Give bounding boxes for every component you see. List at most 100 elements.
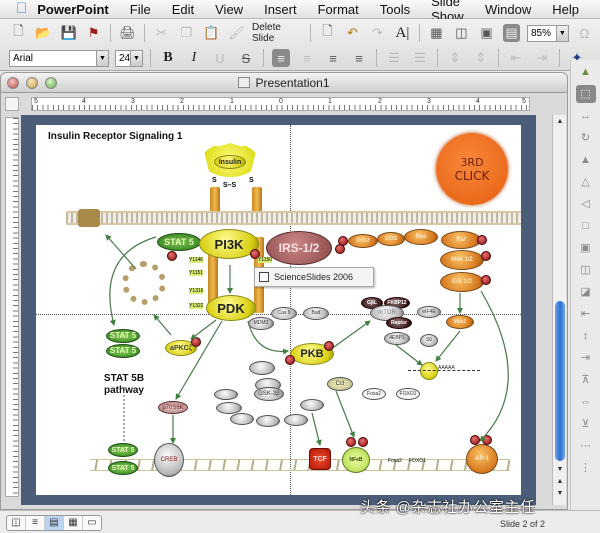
line-spacing-increase-icon[interactable]: ⇕ — [472, 49, 490, 67]
group-icon[interactable]: □ — [576, 217, 596, 235]
rotate-icon[interactable]: ↻ — [576, 129, 596, 147]
gsk-target-node — [214, 389, 238, 400]
menu-insert[interactable]: Insert — [264, 2, 297, 17]
insert-chart-icon[interactable]: ◫ — [453, 24, 470, 42]
bold-button[interactable]: B — [159, 49, 177, 67]
slide[interactable]: Insulin Receptor Signaling 1 Insulin S S… — [36, 125, 521, 495]
bulleted-list-icon[interactable]: ☰ — [411, 49, 429, 67]
ruler-tick-label: 3 — [427, 98, 431, 105]
insert-table-icon[interactable]: ▦ — [428, 24, 445, 42]
shape-3d-icon[interactable]: ▲ — [576, 63, 596, 81]
gsk3-node: GSK-3β — [254, 387, 284, 401]
ruler-corner — [5, 97, 19, 111]
ungroup-icon[interactable]: ▣ — [576, 239, 596, 257]
menu-app-name[interactable]: PowerPoint — [37, 2, 109, 17]
save-icon[interactable]: 💾 — [60, 24, 77, 42]
flag-icon[interactable]: ⚑ — [85, 24, 102, 42]
separator — [110, 24, 111, 42]
distribute-horizontal-icon[interactable]: ⋯ — [576, 437, 596, 455]
menu-format[interactable]: Format — [318, 2, 359, 17]
shadow-tool-icon[interactable]: ▲ — [576, 151, 596, 169]
window-titlebar: Presentation1 — [1, 73, 567, 93]
next-slide-icon[interactable]: ▼ — [554, 489, 566, 499]
align-bottom-tool-icon[interactable]: ⊻ — [576, 415, 596, 433]
copy-icon[interactable]: ❐ — [178, 24, 195, 42]
receptor-beta-left — [210, 187, 220, 213]
distribute-vertical-icon[interactable]: ⋮ — [576, 459, 596, 477]
slide-show-view-button[interactable]: ▭ — [83, 516, 101, 530]
phospho-marker — [481, 275, 491, 285]
separator — [309, 24, 311, 42]
scroll-down-icon[interactable]: ▼ — [554, 465, 566, 475]
italic-button[interactable]: I — [185, 49, 203, 67]
decrease-indent-icon[interactable]: ⇤ — [507, 49, 525, 67]
align-right-tool-icon[interactable]: ⇥ — [576, 349, 596, 367]
menu-tools[interactable]: Tools — [380, 2, 410, 17]
paste-icon[interactable]: 📋 — [203, 24, 220, 42]
previous-slide-icon[interactable]: ▲ — [554, 477, 566, 487]
zoom-select[interactable]: 85% ▼ — [526, 24, 569, 42]
raf-node: Raf — [441, 231, 481, 249]
ruler-tick-label: 1 — [230, 98, 234, 105]
select-tool-icon[interactable]: ⬚ — [575, 85, 596, 103]
delete-slide-button[interactable]: Delete Slide — [252, 22, 303, 44]
horizontal-ruler[interactable]: 5 4 3 2 1 0 1 2 3 4 5 — [31, 97, 530, 111]
flip-vertical-icon[interactable]: △ — [576, 173, 596, 191]
align-right-icon[interactable]: ≡ — [350, 49, 368, 67]
scrollbar-thumb[interactable] — [555, 301, 565, 461]
slide-title[interactable]: Insulin Receptor Signaling 1 — [48, 131, 182, 142]
formatting-palette-icon[interactable]: ▤ — [502, 24, 520, 42]
menu-help[interactable]: Help — [552, 2, 579, 17]
line-spacing-decrease-icon[interactable]: ⇕ — [446, 49, 464, 67]
menu-file[interactable]: File — [130, 2, 151, 17]
bring-forward-icon[interactable]: ◫ — [576, 261, 596, 279]
increase-indent-icon[interactable]: ⇥ — [533, 49, 551, 67]
outline-view-button[interactable]: ≡ — [26, 516, 45, 530]
numbered-list-icon[interactable]: ☰ — [385, 49, 403, 67]
click-badge-text: CLICK — [454, 168, 490, 183]
resize-icon[interactable]: ↔ — [576, 107, 596, 125]
vertical-ruler[interactable] — [5, 117, 19, 497]
align-left-icon[interactable]: ≡ — [272, 49, 290, 67]
shadow-button[interactable]: S — [237, 49, 255, 67]
redo-icon[interactable]: ↷ — [369, 24, 386, 42]
align-middle-tool-icon[interactable]: ⇔ — [576, 393, 596, 411]
menu-edit[interactable]: Edit — [172, 2, 194, 17]
symbol-icon[interactable]: Ω — [576, 24, 593, 42]
vertical-scrollbar[interactable]: ▲ ▼ ▲ ▼ — [552, 115, 566, 505]
new-icon[interactable]: 🗋 — [10, 23, 27, 42]
scroll-up-icon[interactable]: ▲ — [554, 117, 566, 127]
normal-view-button[interactable]: ◫ — [7, 516, 26, 530]
font-name-select[interactable]: Arial ▼ — [9, 49, 109, 67]
send-backward-icon[interactable]: ◪ — [576, 283, 596, 301]
align-center-tool-icon[interactable]: ↕ — [576, 327, 596, 345]
new-slide-icon[interactable]: 🗋 — [319, 23, 336, 42]
slide-sorter-view-button[interactable]: ▦ — [64, 516, 83, 530]
open-icon[interactable]: 📂 — [35, 24, 52, 42]
menu-window[interactable]: Window — [485, 2, 531, 17]
apple-menu-icon[interactable]:  — [16, 1, 27, 17]
cas9-node: Cas 9 — [271, 307, 297, 320]
tcf-node: TCF — [309, 448, 331, 470]
align-left-tool-icon[interactable]: ⇤ — [576, 305, 596, 323]
phospho-marker — [324, 341, 334, 351]
menu-view[interactable]: View — [215, 2, 243, 17]
insert-picture-icon[interactable]: ▣ — [478, 24, 495, 42]
click-badge[interactable]: 3RD CLICK — [436, 133, 508, 205]
undo-icon[interactable]: ↶ — [344, 24, 361, 42]
slide-view-button[interactable]: ▤ — [45, 516, 64, 530]
ccl-node: Ccl — [327, 377, 353, 391]
align-center-icon[interactable]: ≡ — [298, 49, 316, 67]
font-size-select[interactable]: 24 ▼ — [115, 49, 143, 67]
flip-horizontal-icon[interactable]: ◁ — [576, 195, 596, 213]
format-painter-icon[interactable]: 🖌 — [228, 24, 245, 42]
gsk-target-node — [256, 415, 280, 427]
underline-button[interactable]: U — [211, 49, 229, 67]
align-top-tool-icon[interactable]: ⊼ — [576, 371, 596, 389]
align-center2-icon[interactable]: ≡ — [324, 49, 342, 67]
arrow-pkb-mtor — [333, 320, 371, 348]
cut-icon[interactable]: ✂ — [153, 24, 170, 42]
print-icon[interactable]: 🖨 — [119, 24, 136, 42]
text-box-icon[interactable]: A| — [394, 24, 411, 42]
separator — [376, 49, 377, 67]
